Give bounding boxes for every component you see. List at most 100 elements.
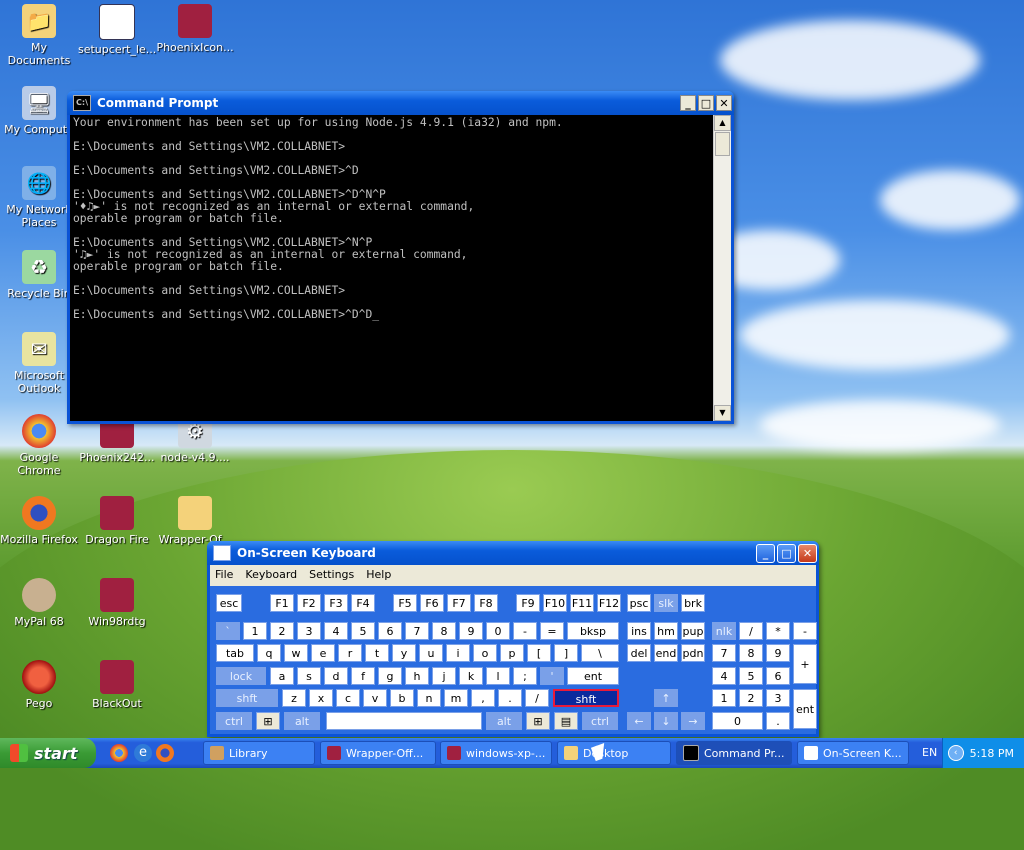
key-F9[interactable]: F9 <box>516 594 540 612</box>
key-F2[interactable]: F2 <box>297 594 321 612</box>
key-x8862[interactable]: ⊞ <box>256 712 280 730</box>
ie-icon[interactable]: e <box>134 744 152 762</box>
key-c[interactable]: c <box>336 689 360 707</box>
key-hm[interactable]: hm <box>654 622 678 640</box>
key-l[interactable]: l <box>486 667 510 685</box>
key-x43[interactable]: + <box>793 644 817 684</box>
desktop-icon-blackout[interactable]: BlackOut <box>78 660 156 710</box>
minimize-button[interactable]: _ <box>680 95 696 111</box>
key-1[interactable]: 1 <box>712 689 736 707</box>
desktop-icon-firefox[interactable]: Mozilla Firefox <box>0 496 78 546</box>
key-ins[interactable]: ins <box>627 622 651 640</box>
key-F4[interactable]: F4 <box>351 594 375 612</box>
menu-help[interactable]: Help <box>366 568 391 581</box>
key-p[interactable]: p <box>500 644 524 662</box>
key-x45[interactable]: - <box>513 622 537 640</box>
maximize-button[interactable]: □ <box>698 95 714 111</box>
key-6[interactable]: 6 <box>766 667 790 685</box>
key-x8593[interactable]: ↑ <box>654 689 678 707</box>
key-k[interactable]: k <box>459 667 483 685</box>
key-x47[interactable]: / <box>525 689 549 707</box>
key-7[interactable]: 7 <box>405 622 429 640</box>
key-d[interactable]: d <box>324 667 348 685</box>
firefox-icon[interactable] <box>156 744 174 762</box>
console-scrollbar[interactable]: ▲ ▼ <box>713 115 731 421</box>
key-w[interactable]: w <box>284 644 308 662</box>
key-x8595[interactable]: ↓ <box>654 712 678 730</box>
key-brk[interactable]: brk <box>681 594 705 612</box>
key-F3[interactable]: F3 <box>324 594 348 612</box>
key-1[interactable]: 1 <box>243 622 267 640</box>
key-F11[interactable]: F11 <box>570 594 594 612</box>
key-ctrl[interactable]: ctrl <box>216 712 252 730</box>
taskbar-button-library[interactable]: Library <box>203 741 315 765</box>
key-t[interactable]: t <box>365 644 389 662</box>
taskbar-button-windows-xp[interactable]: windows-xp-... <box>440 741 552 765</box>
key-x46[interactable]: . <box>766 712 790 730</box>
cmd-window[interactable]: C:\ Command Prompt _ □ ✕ Your environmen… <box>67 91 734 424</box>
key-0[interactable]: 0 <box>712 712 763 730</box>
key-n[interactable]: n <box>417 689 441 707</box>
desktop-icon-my-documents[interactable]: 📁 My Documents <box>0 4 78 67</box>
key-5[interactable]: 5 <box>351 622 375 640</box>
key-F1[interactable]: F1 <box>270 594 294 612</box>
key-7[interactable]: 7 <box>712 644 736 662</box>
menu-keyboard[interactable]: Keyboard <box>245 568 297 581</box>
key-x96[interactable]: ` <box>216 622 240 640</box>
key-F7[interactable]: F7 <box>447 594 471 612</box>
key-esc[interactable]: esc <box>216 594 242 612</box>
taskbar-button-command-prompt[interactable]: Command Pr... <box>676 741 792 765</box>
key-end[interactable]: end <box>654 644 678 662</box>
key-bksp[interactable]: bksp <box>567 622 619 640</box>
key-u[interactable]: u <box>419 644 443 662</box>
key-slk[interactable]: slk <box>654 594 678 612</box>
maximize-button[interactable]: □ <box>777 543 796 563</box>
key-pup[interactable]: pup <box>681 622 705 640</box>
cmd-titlebar[interactable]: C:\ Command Prompt _ □ ✕ <box>67 91 734 115</box>
key-ent[interactable]: ent <box>793 689 817 729</box>
key-b[interactable]: b <box>390 689 414 707</box>
desktop-icon-pego[interactable]: Pego <box>0 660 78 710</box>
key-x61[interactable]: = <box>540 622 564 640</box>
key-3[interactable]: 3 <box>297 622 321 640</box>
key-shft[interactable]: shft <box>216 689 278 707</box>
key-F8[interactable]: F8 <box>474 594 498 612</box>
scroll-down-arrow-icon[interactable]: ▼ <box>714 405 731 421</box>
key-4[interactable]: 4 <box>324 622 348 640</box>
key-9[interactable]: 9 <box>459 622 483 640</box>
key-v[interactable]: v <box>363 689 387 707</box>
desktop-icon-dragon-fire[interactable]: Dragon Fire <box>78 496 156 546</box>
key-ent[interactable]: ent <box>567 667 619 685</box>
key-x8862[interactable]: ⊞ <box>526 712 550 730</box>
scroll-thumb[interactable] <box>715 132 730 156</box>
key-q[interactable]: q <box>257 644 281 662</box>
key-lock[interactable]: lock <box>216 667 266 685</box>
key-z[interactable]: z <box>282 689 306 707</box>
key-x44[interactable]: , <box>471 689 495 707</box>
key-tab[interactable]: tab <box>216 644 254 662</box>
key-6[interactable]: 6 <box>378 622 402 640</box>
key-x9636[interactable]: ▤ <box>554 712 578 730</box>
desktop-icon-win98rdtg[interactable]: Win98rdtg <box>78 578 156 628</box>
key-alt[interactable]: alt <box>486 712 522 730</box>
key-x[interactable]: x <box>309 689 333 707</box>
desktop-icon-wrapper-folder[interactable]: Wrapper-Of... <box>156 496 234 546</box>
key-x45[interactable]: - <box>793 622 817 640</box>
key-8[interactable]: 8 <box>432 622 456 640</box>
key-x59[interactable]: ; <box>513 667 537 685</box>
taskbar-button-desktop[interactable]: Desktop <box>557 741 671 765</box>
key-x39[interactable]: ' <box>540 667 564 685</box>
key-x92[interactable]: \ <box>581 644 619 662</box>
key-F5[interactable]: F5 <box>393 594 417 612</box>
key-5[interactable]: 5 <box>739 667 763 685</box>
key-r[interactable]: r <box>338 644 362 662</box>
key-i[interactable]: i <box>446 644 470 662</box>
key-e[interactable]: e <box>311 644 335 662</box>
osk-titlebar[interactable]: On-Screen Keyboard _ □ ✕ <box>207 541 819 565</box>
key-j[interactable]: j <box>432 667 456 685</box>
menu-file[interactable]: File <box>215 568 233 581</box>
key-x8592[interactable]: ← <box>627 712 651 730</box>
key-a[interactable]: a <box>270 667 294 685</box>
key-s[interactable]: s <box>297 667 321 685</box>
key-x93[interactable]: ] <box>554 644 578 662</box>
